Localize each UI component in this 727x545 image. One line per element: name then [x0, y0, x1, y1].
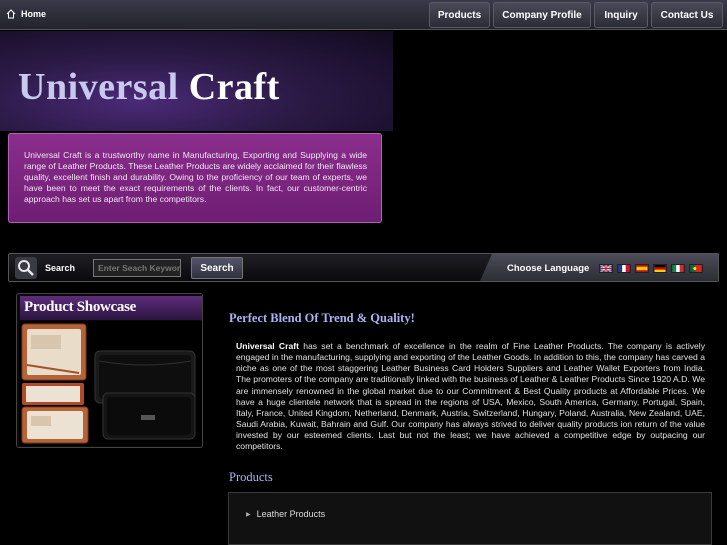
- search-input[interactable]: [93, 259, 181, 277]
- search-button[interactable]: Search: [191, 257, 243, 279]
- home-link[interactable]: Home: [6, 9, 46, 19]
- product-showcase[interactable]: Product Showcase: [16, 293, 203, 448]
- main-body-text: Universal Craft has set a benchmark of e…: [236, 341, 705, 453]
- site-logo[interactable]: Universal Craft: [18, 65, 280, 109]
- logo-part-1: Universal: [18, 66, 179, 108]
- search-bar: Search Search Choose Language: [8, 253, 719, 282]
- language-flags: [599, 264, 703, 273]
- intro-box: Universal Craft is a trustworthy name in…: [8, 133, 382, 223]
- spanish-flag-icon[interactable]: [635, 264, 649, 273]
- top-nav-bar: Home Products Company Profile Inquiry Co…: [0, 0, 727, 30]
- nav-inquiry[interactable]: Inquiry: [594, 2, 648, 28]
- home-label: Home: [21, 9, 47, 19]
- product-item-label: Leather Products: [256, 509, 326, 519]
- showcase-title: Product Showcase: [20, 296, 202, 320]
- english-flag-icon[interactable]: [599, 264, 613, 273]
- company-name: Universal Craft: [236, 341, 299, 351]
- nav-contact-us[interactable]: Contact Us: [651, 2, 723, 28]
- product-item-leather[interactable]: ▶ Leather Products: [246, 509, 325, 519]
- showcase-product-image[interactable]: [19, 321, 202, 446]
- nav-company-profile[interactable]: Company Profile: [493, 2, 591, 28]
- main-heading: Perfect Blend Of Trend & Quality!: [229, 311, 415, 325]
- german-flag-icon[interactable]: [653, 264, 667, 273]
- body-paragraph: has set a benchmark of excellence in the…: [236, 341, 706, 452]
- header-banner: Universal Craft: [0, 31, 393, 131]
- logo-part-2: Craft: [188, 66, 280, 108]
- french-flag-icon[interactable]: [617, 264, 631, 273]
- search-icon: [15, 257, 37, 279]
- italian-flag-icon[interactable]: [671, 264, 685, 273]
- home-icon: [6, 9, 16, 19]
- portuguese-flag-icon[interactable]: [689, 264, 703, 273]
- bullet-arrow-icon: ▶: [246, 511, 251, 518]
- search-label: Search: [45, 263, 76, 273]
- products-list: ▶ Leather Products: [228, 492, 712, 545]
- choose-language-label: Choose Language: [507, 263, 590, 274]
- nav-products[interactable]: Products: [429, 2, 490, 28]
- products-heading: Products: [229, 470, 273, 484]
